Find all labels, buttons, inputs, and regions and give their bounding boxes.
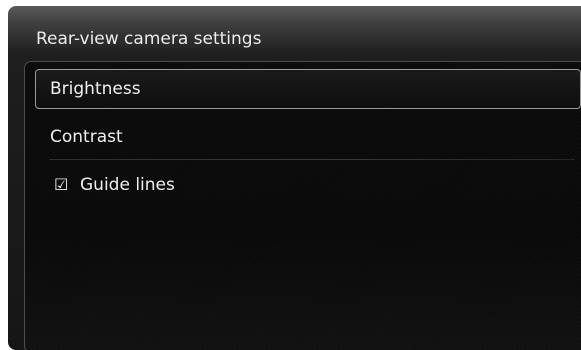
menu-item-brightness[interactable]: Brightness <box>35 69 581 109</box>
settings-window: Rear-view camera settings Brightness Con… <box>8 6 581 350</box>
menu-item-label: Brightness <box>50 79 141 99</box>
menu-divider <box>49 159 575 160</box>
checkbox-checked-icon[interactable]: ☑ <box>54 166 68 204</box>
settings-menu: Brightness Contrast ☑ Guide lines <box>24 61 581 350</box>
menu-item-label: Contrast <box>50 127 123 147</box>
menu-item-contrast[interactable]: Contrast <box>36 118 123 156</box>
menu-item-label: Guide lines <box>80 175 175 195</box>
menu-item-guide-lines[interactable]: ☑ Guide lines <box>36 166 175 204</box>
window-title: Rear-view camera settings <box>36 29 262 49</box>
